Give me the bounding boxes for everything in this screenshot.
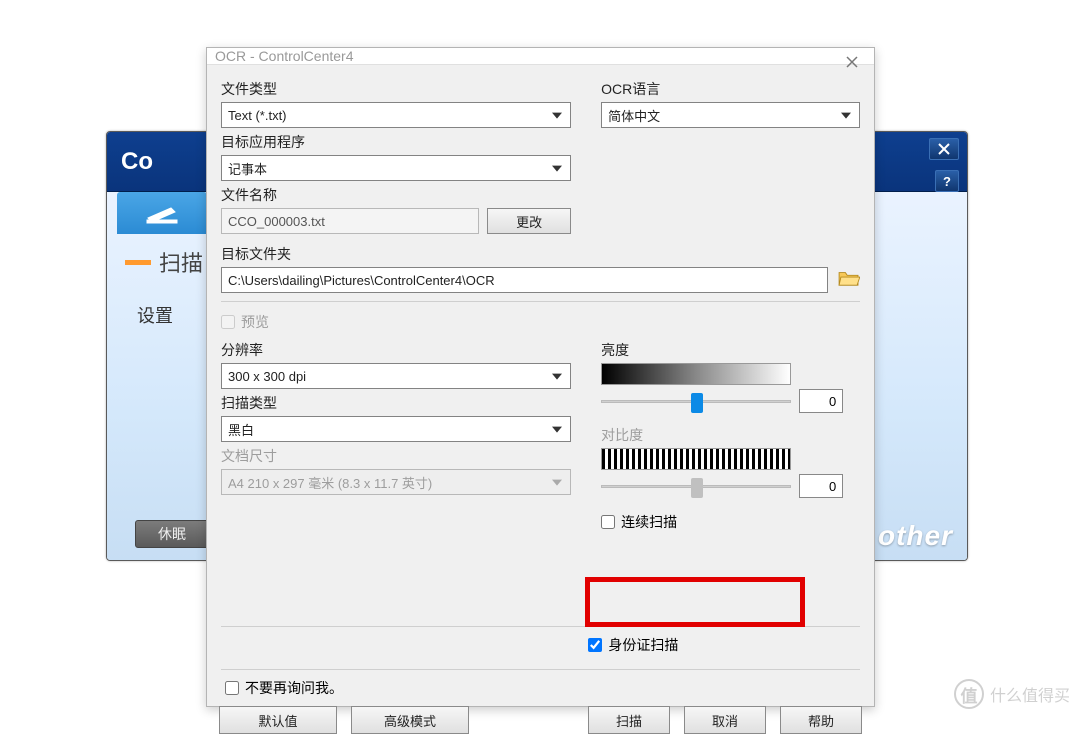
scan-button[interactable]: 扫描 bbox=[588, 706, 670, 734]
settings-label[interactable]: 设置 bbox=[137, 302, 173, 328]
target-folder-input[interactable]: C:\Users\dailing\Pictures\ControlCenter4… bbox=[221, 267, 828, 293]
divider bbox=[221, 669, 860, 670]
file-type-select[interactable]: Text (*.txt) bbox=[221, 102, 571, 128]
continuous-scan-label: 连续扫描 bbox=[621, 512, 677, 532]
dialog-body: 文件类型 Text (*.txt) 目标应用程序 记事本 文件名称 CCO_00… bbox=[207, 65, 874, 706]
file-type-label: 文件类型 bbox=[221, 79, 571, 99]
dialog-titlebar: OCR - ControlCenter4 bbox=[207, 48, 874, 65]
change-button[interactable]: 更改 bbox=[487, 208, 571, 234]
folder-icon bbox=[838, 269, 860, 287]
brightness-value[interactable]: 0 bbox=[799, 389, 843, 413]
scan-label: 扫描 bbox=[159, 246, 203, 278]
scan-heading: 扫描 bbox=[125, 246, 203, 278]
target-app-select[interactable]: 记事本 bbox=[221, 155, 571, 181]
contrast-value: 0 bbox=[799, 474, 843, 498]
brightness-label: 亮度 bbox=[601, 340, 860, 360]
file-name-input[interactable]: CCO_000003.txt bbox=[221, 208, 479, 234]
id-scan-checkbox[interactable] bbox=[588, 638, 602, 652]
resolution-select[interactable]: 300 x 300 dpi bbox=[221, 363, 571, 389]
scanner-icon bbox=[145, 202, 179, 224]
divider bbox=[221, 301, 860, 302]
button-bar: 默认值 高级模式 扫描 取消 帮助 bbox=[207, 706, 874, 746]
cancel-button[interactable]: 取消 bbox=[684, 706, 766, 734]
parent-title: Co bbox=[121, 148, 153, 176]
sleep-button[interactable]: 休眠 bbox=[135, 520, 209, 548]
watermark-icon: 值 bbox=[954, 679, 984, 709]
divider bbox=[221, 626, 860, 627]
browse-folder-button[interactable] bbox=[838, 269, 860, 292]
doc-size-select: A4 210 x 297 毫米 (8.3 x 11.7 英寸) bbox=[221, 469, 571, 495]
preview-checkbox-row: 预览 bbox=[221, 312, 860, 332]
ocr-lang-select[interactable]: 简体中文 bbox=[601, 102, 860, 128]
contrast-label: 对比度 bbox=[601, 425, 860, 445]
id-scan-label: 身份证扫描 bbox=[608, 635, 678, 655]
dont-ask-row[interactable]: 不要再询问我。 bbox=[225, 678, 860, 698]
brightness-gradient bbox=[601, 363, 791, 385]
help-button[interactable]: 帮助 bbox=[780, 706, 862, 734]
slider-thumb-icon bbox=[691, 393, 703, 413]
dialog-title: OCR - ControlCenter4 bbox=[215, 48, 354, 64]
doc-size-label: 文档尺寸 bbox=[221, 446, 571, 466]
target-app-label: 目标应用程序 bbox=[221, 132, 571, 152]
dont-ask-checkbox[interactable] bbox=[225, 681, 239, 695]
scan-tab[interactable] bbox=[117, 192, 207, 234]
dont-ask-label: 不要再询问我。 bbox=[245, 678, 343, 698]
parent-help-button[interactable]: ? bbox=[935, 170, 959, 192]
resolution-label: 分辨率 bbox=[221, 340, 571, 360]
ocr-lang-label: OCR语言 bbox=[601, 79, 860, 99]
orange-bar-icon bbox=[125, 260, 151, 265]
watermark-text: 什么值得买 bbox=[990, 682, 1070, 706]
slider-thumb-icon bbox=[691, 478, 703, 498]
close-icon bbox=[938, 143, 950, 155]
scan-type-select[interactable]: 黑白 bbox=[221, 416, 571, 442]
defaults-button[interactable]: 默认值 bbox=[219, 706, 337, 734]
file-name-label: 文件名称 bbox=[221, 185, 571, 205]
scan-type-label: 扫描类型 bbox=[221, 393, 571, 413]
brightness-slider[interactable] bbox=[601, 391, 791, 411]
contrast-gradient bbox=[601, 448, 791, 470]
ocr-dialog: OCR - ControlCenter4 文件类型 Text (*.txt) 目… bbox=[206, 47, 875, 707]
advanced-button[interactable]: 高级模式 bbox=[351, 706, 469, 734]
parent-close-button[interactable] bbox=[929, 138, 959, 160]
preview-checkbox bbox=[221, 315, 235, 329]
brand-logo: other bbox=[878, 520, 953, 552]
continuous-scan-row[interactable]: 连续扫描 bbox=[601, 512, 860, 532]
preview-label: 预览 bbox=[241, 312, 269, 332]
continuous-scan-checkbox[interactable] bbox=[601, 515, 615, 529]
target-folder-label: 目标文件夹 bbox=[221, 244, 860, 264]
watermark: 值 什么值得买 bbox=[954, 679, 1070, 709]
contrast-slider bbox=[601, 476, 791, 496]
id-scan-row[interactable]: 身份证扫描 bbox=[588, 635, 860, 655]
